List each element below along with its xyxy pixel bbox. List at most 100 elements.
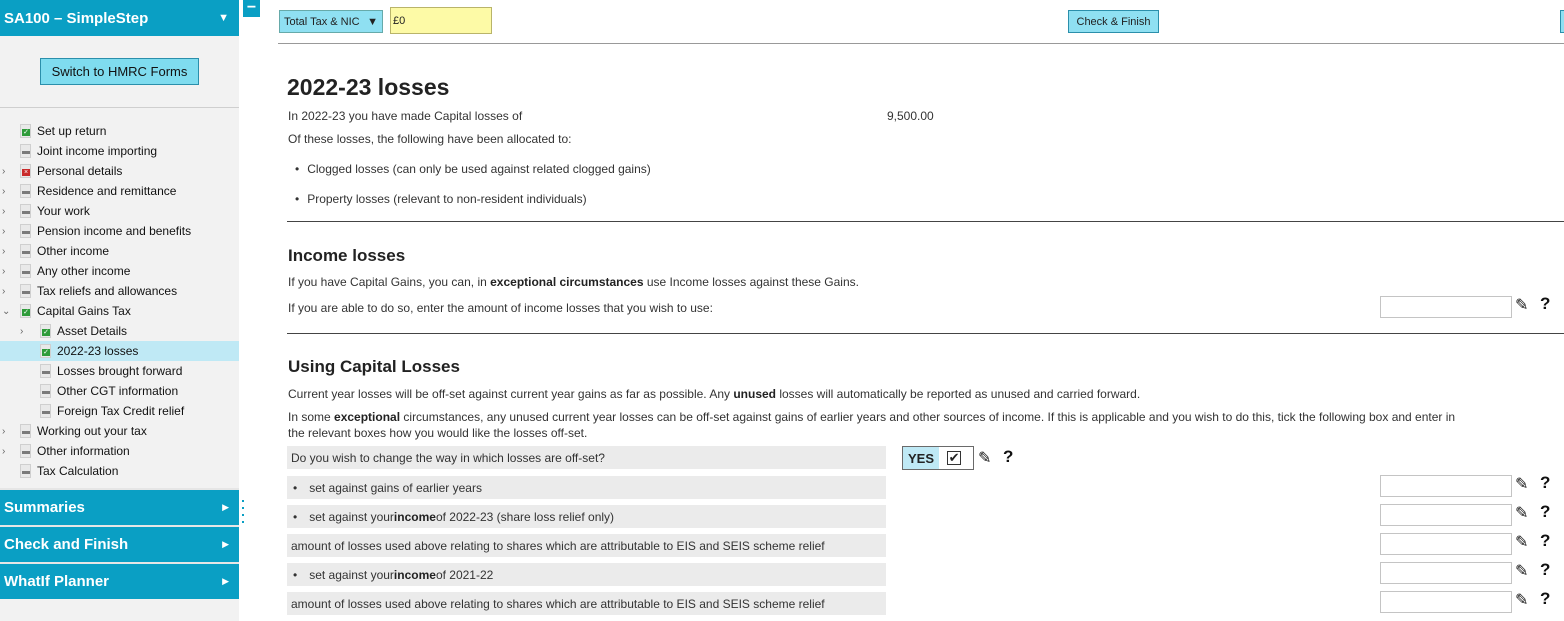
sidebar-item[interactable]: ⌄ ✓ Capital Gains Tax: [0, 301, 239, 321]
sidebar-item-label: Set up return: [37, 124, 107, 138]
offset-amount-input[interactable]: [1380, 591, 1512, 613]
sidebar-section[interactable]: WhatIf Planner ▶: [0, 562, 239, 599]
chevron-right-icon[interactable]: ›: [2, 186, 10, 197]
document-icon: ✓: [20, 124, 31, 138]
sidebar-item[interactable]: Losses brought forward: [0, 361, 239, 381]
check-icon[interactable]: ✔: [947, 451, 962, 465]
help-icon[interactable]: ?: [1540, 294, 1550, 314]
sidebar-item[interactable]: › × Personal details: [0, 161, 239, 181]
offset-yes-checkbox[interactable]: YES ✔: [902, 446, 974, 470]
sidebar-item[interactable]: › Your work: [0, 201, 239, 221]
pencil-icon[interactable]: ✎: [978, 448, 991, 468]
income-losses-prompt: If you are able to do so, enter the amou…: [288, 301, 713, 315]
document-icon: [20, 444, 31, 458]
chevron-right-icon[interactable]: ›: [2, 266, 10, 277]
sidebar-item[interactable]: › Tax reliefs and allowances: [0, 281, 239, 301]
document-icon: [40, 404, 51, 418]
bullet-clogged: Clogged losses (can only be used against…: [295, 162, 651, 176]
sidebar-item-label: Other CGT information: [57, 384, 179, 398]
sidebar-section-label: Summaries: [4, 499, 85, 516]
offset-amount-input[interactable]: [1380, 504, 1512, 526]
sidebar-item[interactable]: › Any other income: [0, 261, 239, 281]
sidebar-item[interactable]: Joint income importing: [0, 141, 239, 161]
help-icon[interactable]: ?: [1540, 531, 1550, 551]
document-icon: ✓: [40, 344, 51, 358]
switch-to-hmrc-forms-button[interactable]: Switch to HMRC Forms: [39, 58, 200, 85]
pencil-icon[interactable]: ✎: [1515, 561, 1528, 581]
sidebar-item[interactable]: Other CGT information: [0, 381, 239, 401]
sidebar-item[interactable]: › Working out your tax: [0, 421, 239, 441]
help-icon[interactable]: ?: [1540, 502, 1550, 522]
income-losses-input[interactable]: [1380, 296, 1512, 318]
tick-status-icon: ✓: [22, 129, 30, 136]
offset-amount-input[interactable]: [1380, 475, 1512, 497]
top-toolbar: Total Tax & NIC ▼ £0 Check & Finish: [278, 0, 1564, 44]
help-icon[interactable]: ?: [1540, 560, 1550, 580]
chevron-down-icon[interactable]: ⌄: [2, 306, 10, 317]
check-finish-button[interactable]: Check & Finish: [1068, 10, 1159, 33]
pencil-icon[interactable]: ✎: [1515, 295, 1528, 315]
offset-row-text: amount of losses used above relating to …: [291, 596, 825, 611]
pending-status-icon: [42, 391, 50, 394]
pencil-icon[interactable]: ✎: [1515, 503, 1528, 523]
chevron-right-icon[interactable]: ›: [2, 246, 10, 257]
pencil-icon[interactable]: ✎: [1515, 590, 1528, 610]
page-title: 2022-23 losses: [287, 74, 450, 100]
offset-amount-input[interactable]: [1380, 562, 1512, 584]
chevron-right-icon[interactable]: ›: [2, 446, 10, 457]
chevron-right-icon[interactable]: ›: [2, 286, 10, 297]
sidebar-item[interactable]: ✓ Set up return: [0, 121, 239, 141]
document-icon: [20, 184, 31, 198]
help-icon[interactable]: ?: [1003, 447, 1013, 467]
sidebar-item-label: Your work: [37, 204, 90, 218]
document-icon: [20, 424, 31, 438]
sidebar-item-label: Asset Details: [57, 324, 128, 338]
chevron-right-icon[interactable]: ›: [2, 426, 10, 437]
help-icon[interactable]: ?: [1540, 473, 1550, 493]
sidebar-item[interactable]: › ✓ Asset Details: [0, 321, 239, 341]
tick-status-icon: ✓: [42, 329, 50, 336]
chevron-right-icon[interactable]: ›: [2, 226, 10, 237]
sidebar-item-label: Residence and remittance: [37, 184, 177, 198]
bullet-dot: •: [293, 509, 298, 524]
offset-row: • set against your income of 2021-22: [287, 563, 886, 586]
offset-row-text: set against your: [309, 509, 394, 524]
sidebar-item-label: Working out your tax: [37, 424, 147, 438]
chevron-right-icon[interactable]: ›: [2, 206, 10, 217]
sidebar-item[interactable]: › Residence and remittance: [0, 181, 239, 201]
sidebar-item[interactable]: › Other information: [0, 441, 239, 461]
splitter-handle[interactable]: [242, 500, 246, 528]
chevron-down-icon[interactable]: ▼: [218, 12, 229, 24]
sidebar-item-label: Other income: [37, 244, 110, 258]
help-icon[interactable]: ?: [1540, 589, 1550, 609]
sidebar-section[interactable]: Check and Finish ▶: [0, 525, 239, 562]
document-icon: [20, 264, 31, 278]
sidebar-item[interactable]: Tax Calculation: [0, 461, 239, 481]
total-tax-select[interactable]: Total Tax & NIC ▼: [279, 10, 383, 33]
offset-amount-input[interactable]: [1380, 533, 1512, 555]
pencil-icon[interactable]: ✎: [1515, 474, 1528, 494]
sidebar-item[interactable]: ✓ 2022-23 losses: [0, 341, 239, 361]
bullet-property: Property losses (relevant to non-residen…: [295, 192, 586, 206]
capital-losses-text: In 2022-23 you have made Capital losses …: [288, 109, 523, 123]
pencil-icon[interactable]: ✎: [1515, 532, 1528, 552]
divider: [287, 221, 1564, 222]
sidebar-item[interactable]: › Pension income and benefits: [0, 221, 239, 241]
sidebar-item-label: Capital Gains Tax: [37, 304, 131, 318]
sidebar-item[interactable]: Foreign Tax Credit relief: [0, 401, 239, 421]
document-icon: ✓: [40, 324, 51, 338]
toolbar-edge-button[interactable]: [1560, 10, 1564, 33]
sidebar-item-label: Foreign Tax Credit relief: [57, 404, 185, 418]
chevron-right-icon[interactable]: ›: [20, 326, 28, 337]
offset-row: amount of losses used above relating to …: [287, 592, 886, 615]
document-icon: [20, 244, 31, 258]
offset-row-text: income: [393, 509, 436, 524]
chevron-right-icon[interactable]: ›: [2, 166, 10, 177]
collapse-icon[interactable]: −: [243, 0, 260, 17]
sidebar-item-label: Tax reliefs and allowances: [37, 284, 178, 298]
app-header[interactable]: SA100 – SimpleStep ▼: [0, 0, 239, 36]
sidebar-section[interactable]: Summaries ▶: [0, 488, 239, 525]
offset-row: amount of losses used above relating to …: [287, 534, 886, 557]
offset-row-text: set against your: [309, 567, 394, 582]
sidebar-item[interactable]: › Other income: [0, 241, 239, 261]
